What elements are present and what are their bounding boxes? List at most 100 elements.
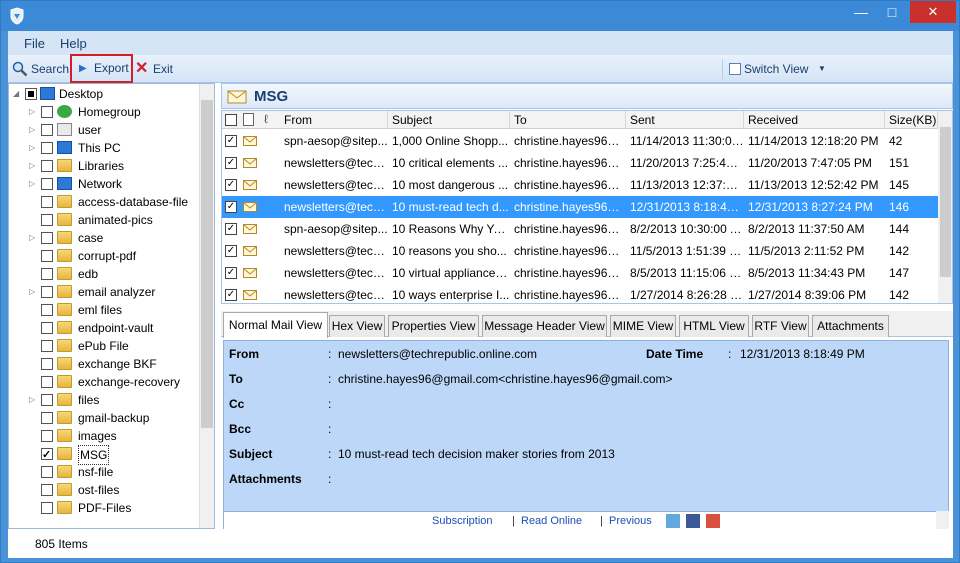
expand-arrow-icon[interactable]: ▷ [29, 157, 39, 175]
facebook-icon[interactable] [686, 514, 700, 528]
tree-checkbox[interactable] [41, 304, 53, 316]
table-row[interactable]: ✓ newsletters@tech... 10 ways enterprise I… [222, 284, 938, 303]
tree-item[interactable]: PDF-Files [29, 499, 197, 517]
export-button[interactable]: ▶ Export [70, 54, 133, 83]
expand-arrow-icon[interactable]: ▷ [29, 103, 39, 121]
tree-checkbox[interactable]: ✓ [41, 448, 53, 461]
expand-arrow-icon[interactable]: ▷ [29, 229, 39, 247]
tree-item[interactable]: eml files [29, 301, 197, 319]
tree-checkbox[interactable] [41, 376, 53, 388]
table-row[interactable]: ✓ newsletters@tech... 10 reasons you sho..… [222, 240, 938, 262]
tree-checkbox[interactable] [41, 358, 53, 370]
tree-item[interactable]: endpoint-vault [29, 319, 197, 337]
tab-attachments[interactable]: Attachments [812, 315, 889, 337]
col-subject[interactable]: Subject [388, 111, 510, 129]
tree-checkbox[interactable] [41, 502, 53, 514]
tree-item[interactable]: access-database-file [29, 193, 197, 211]
tree-checkbox[interactable] [41, 268, 53, 280]
subscription-link[interactable]: Subscription [432, 515, 493, 527]
tree-checkbox[interactable] [41, 466, 53, 478]
col-size[interactable]: Size(KB) [885, 111, 938, 129]
tree-item[interactable]: gmail-backup [29, 409, 197, 427]
tree-item[interactable]: ▷ case [29, 229, 197, 247]
tree-item[interactable]: ost-files [29, 481, 197, 499]
tree-item[interactable]: nsf-file [29, 463, 197, 481]
tree-scroll-thumb[interactable] [201, 100, 213, 428]
close-button[interactable]: ✕ [910, 1, 956, 23]
tree-item[interactable]: exchange BKF [29, 355, 197, 373]
expand-arrow-icon[interactable]: ▷ [29, 391, 39, 409]
google-plus-icon[interactable] [706, 514, 720, 528]
previous-link[interactable]: Previous [609, 515, 652, 527]
search-button[interactable]: Search [10, 59, 70, 79]
detail-scrollbar[interactable] [936, 511, 949, 529]
expand-arrow-icon[interactable]: ▷ [29, 175, 39, 193]
tree-checkbox[interactable] [41, 178, 53, 190]
tree-root-desktop[interactable]: ◢ Desktop [13, 85, 198, 103]
expand-arrow-icon[interactable]: ▷ [29, 283, 39, 301]
tree-checkbox[interactable] [41, 124, 53, 136]
tab-message-header-view[interactable]: Message Header View [482, 315, 607, 337]
tree-checkbox[interactable] [41, 394, 53, 406]
switch-view-button[interactable]: Switch View ▼ [722, 59, 830, 79]
col-received[interactable]: Received [744, 111, 885, 129]
tree-checkbox[interactable] [25, 88, 37, 100]
tab-properties-view[interactable]: Properties View [388, 315, 479, 337]
table-row[interactable]: ✓ spn-aesop@sitep... 1,000 Online Shopp...… [222, 130, 938, 152]
menu-help[interactable]: Help [60, 36, 87, 51]
expand-arrow-icon[interactable]: ▷ [29, 121, 39, 139]
tree-item[interactable]: exchange-recovery [29, 373, 197, 391]
tree-checkbox[interactable] [41, 286, 53, 298]
table-row[interactable]: ✓ newsletters@tech... 10 critical elements… [222, 152, 938, 174]
row-checkbox[interactable]: ✓ [225, 223, 237, 235]
tree-checkbox[interactable] [41, 484, 53, 496]
tree-checkbox[interactable] [41, 340, 53, 352]
tree-item[interactable]: ✓ MSG [29, 445, 197, 465]
tree-checkbox[interactable] [41, 412, 53, 424]
tree-checkbox[interactable] [41, 142, 53, 154]
tree-item[interactable]: edb [29, 265, 197, 283]
tree-item[interactable]: animated-pics [29, 211, 197, 229]
table-row[interactable]: ✓ newsletters@tech... 10 virtual appliance… [222, 262, 938, 284]
tree-item[interactable]: corrupt-pdf [29, 247, 197, 265]
tab-rtf-view[interactable]: RTF View [752, 315, 809, 337]
row-checkbox[interactable]: ✓ [225, 289, 237, 301]
tree-checkbox[interactable] [41, 196, 53, 208]
col-sent[interactable]: Sent [626, 111, 744, 129]
read-online-link[interactable]: Read Online [521, 515, 582, 527]
row-checkbox[interactable]: ✓ [225, 267, 237, 279]
col-from[interactable]: From [280, 111, 388, 129]
grid-scroll-thumb[interactable] [940, 127, 951, 277]
tree-scrollbar[interactable] [199, 84, 214, 528]
table-row[interactable]: ✓ spn-aesop@sitep... 10 Reasons Why Yo... c… [222, 218, 938, 240]
tree-item[interactable]: ePub File [29, 337, 197, 355]
tree-item[interactable]: ▷ files [29, 391, 197, 409]
tree-checkbox[interactable] [41, 232, 53, 244]
select-all-checkbox[interactable] [225, 114, 237, 126]
tree-item[interactable]: ▷ Homegroup [29, 103, 197, 121]
tree-item[interactable]: ▷ This PC [29, 139, 197, 157]
tab-html-view[interactable]: HTML View [679, 315, 749, 337]
tree-checkbox[interactable] [41, 214, 53, 226]
menu-file[interactable]: File [24, 36, 45, 51]
tree-checkbox[interactable] [41, 430, 53, 442]
tab-normal-mail-view[interactable]: Normal Mail View [223, 312, 328, 338]
tree-item[interactable]: ▷ Network [29, 175, 197, 193]
row-checkbox[interactable]: ✓ [225, 245, 237, 257]
tab-hex-view[interactable]: Hex View [329, 315, 385, 337]
tree-checkbox[interactable] [41, 160, 53, 172]
tree-item[interactable]: ▷ user [29, 121, 197, 139]
table-row[interactable]: ✓ newsletters@tech... 10 must-read tech d.… [222, 196, 938, 218]
tree-item[interactable]: images [29, 427, 197, 445]
minimize-button[interactable]: — [846, 1, 876, 23]
twitter-icon[interactable] [666, 514, 680, 528]
col-to[interactable]: To [510, 111, 626, 129]
table-row[interactable]: ✓ newsletters@tech... 10 most dangerous ..… [222, 174, 938, 196]
collapse-arrow-icon[interactable]: ◢ [13, 85, 23, 103]
tree-checkbox[interactable] [41, 250, 53, 262]
exit-button[interactable]: ✕ Exit [135, 59, 181, 79]
row-checkbox[interactable]: ✓ [225, 201, 237, 213]
grid-scrollbar[interactable] [938, 111, 952, 303]
tree-checkbox[interactable] [41, 106, 53, 118]
tab-mime-view[interactable]: MIME View [610, 315, 676, 337]
